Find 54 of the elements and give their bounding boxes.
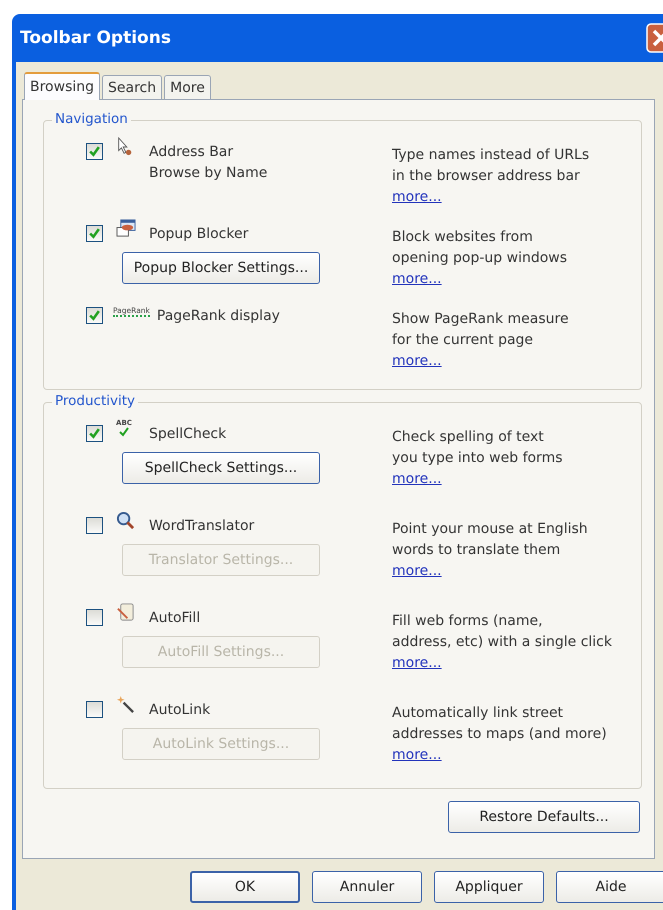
option-description: Show PageRank measure (392, 310, 569, 329)
settings-button[interactable]: Popup Blocker Settings... (122, 252, 320, 284)
tab[interactable]: Search (102, 75, 162, 99)
option-description: Fill web forms (name, (392, 612, 544, 631)
tab[interactable]: Browsing (24, 72, 100, 100)
dialog-button[interactable]: OK (190, 871, 300, 903)
dialog-button[interactable]: Aide (556, 871, 663, 903)
more-link[interactable]: more... (392, 469, 442, 489)
checkbox[interactable] (86, 143, 103, 160)
checkbox[interactable] (86, 225, 103, 242)
checkbox[interactable] (86, 517, 103, 534)
dialog-button[interactable]: Appliquer (434, 871, 544, 903)
wand-icon (116, 695, 135, 714)
window-title: Toolbar Options (20, 28, 171, 48)
settings-button[interactable]: SpellCheck Settings... (122, 452, 320, 484)
dialog-button[interactable]: Annuler (312, 871, 422, 903)
checkbox[interactable] (86, 307, 103, 324)
more-link[interactable]: more... (392, 351, 442, 371)
group-title: Navigation (52, 111, 131, 127)
option-description: for the current page (392, 331, 534, 350)
restore-defaults-button[interactable]: Restore Defaults... (448, 801, 640, 833)
option-label: PageRank display (156, 307, 280, 326)
option-description: Check spelling of text (392, 428, 545, 447)
cursor-icon (116, 137, 134, 157)
option-description: Block websites from (392, 228, 534, 247)
option-description: addresses to maps (and more) (392, 725, 607, 744)
option-label: Address Bar (149, 143, 234, 162)
checkbox[interactable] (86, 609, 103, 626)
option-label: Browse by Name (149, 164, 268, 183)
option-label: WordTranslator (149, 517, 254, 536)
checkbox[interactable] (86, 701, 103, 718)
more-link[interactable]: more... (392, 187, 442, 207)
note-icon (116, 603, 135, 622)
option-description: Automatically link street (392, 704, 564, 723)
option-description: address, etc) with a single click (392, 633, 612, 652)
window-icon (116, 219, 137, 238)
option-label: Popup Blocker (149, 225, 248, 244)
option-description: Point your mouse at English (392, 520, 588, 539)
option-label: AutoFill (149, 609, 200, 628)
more-link[interactable]: more... (392, 561, 442, 581)
option-description: Type names instead of URLs (392, 146, 590, 165)
more-link[interactable]: more... (392, 745, 442, 765)
tab[interactable]: More (164, 75, 211, 99)
option-label: AutoLink (149, 701, 210, 720)
option-description: words to translate them (392, 541, 562, 560)
magnifier-icon (116, 511, 135, 530)
group-title: Productivity (52, 393, 138, 409)
more-link[interactable]: more... (392, 269, 442, 289)
option-label: SpellCheck (149, 425, 226, 444)
option-description: in the browser address bar (392, 167, 581, 186)
checkbox[interactable] (86, 425, 103, 442)
more-link[interactable]: more... (392, 653, 442, 673)
option-description: you type into web forms (392, 449, 563, 468)
option-description: opening pop-up windows (392, 249, 568, 268)
